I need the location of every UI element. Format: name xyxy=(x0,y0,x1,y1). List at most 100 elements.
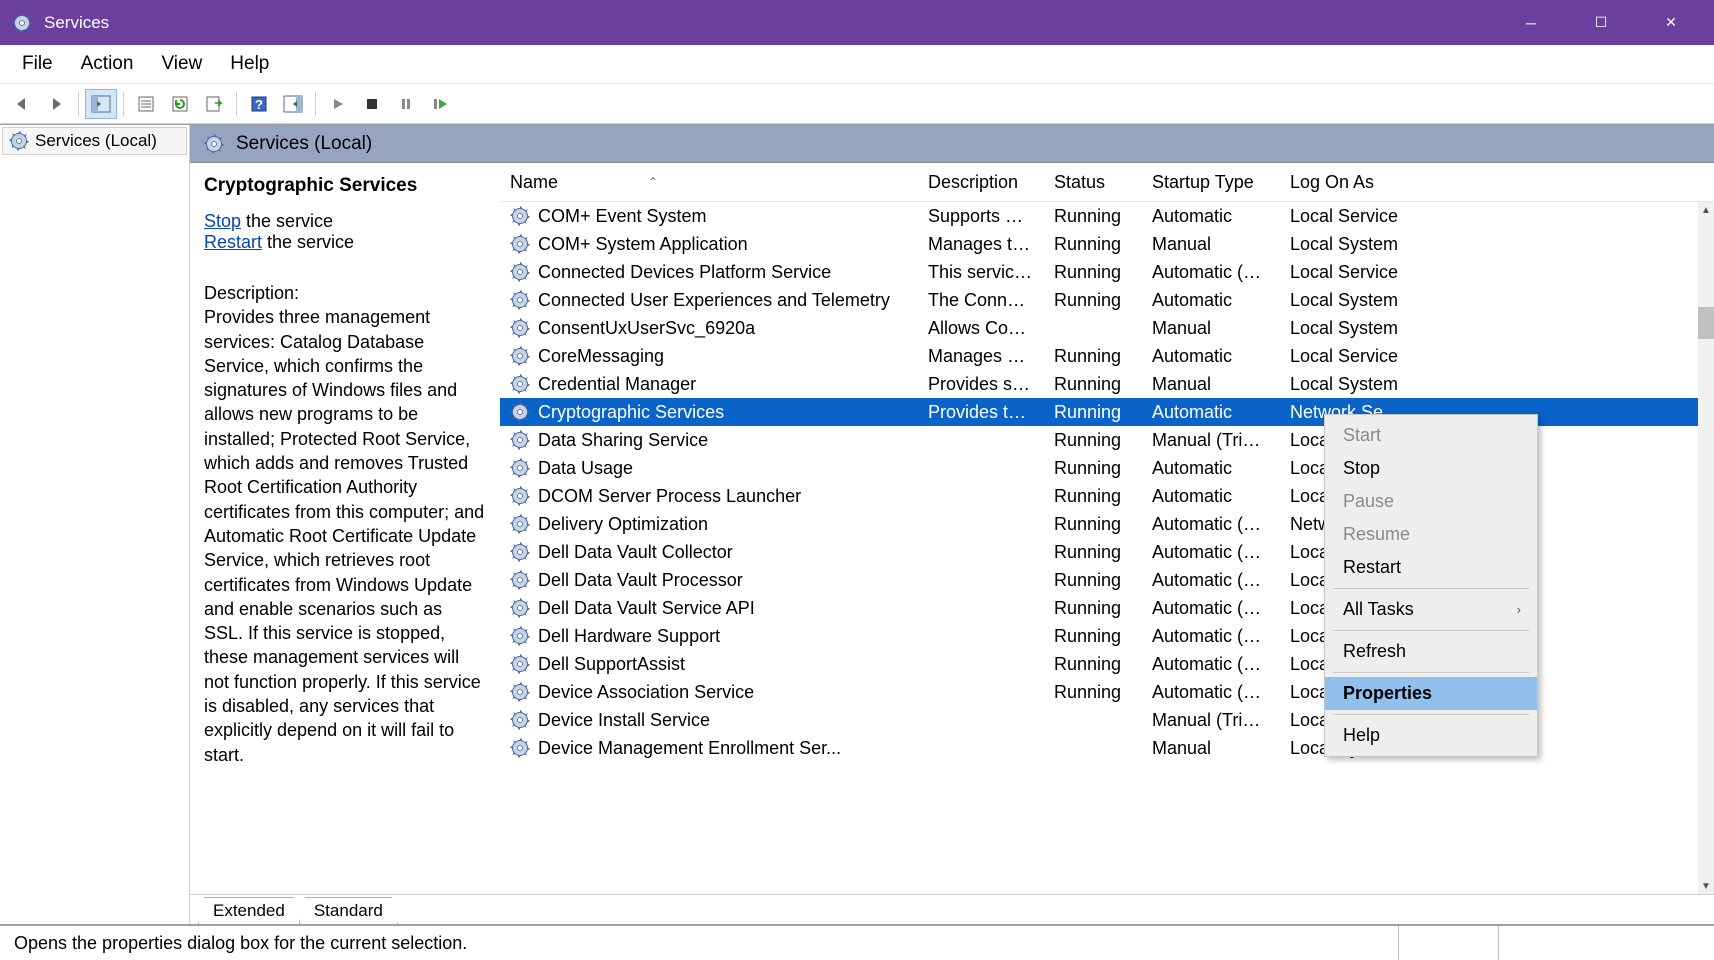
minimize-button[interactable]: ─ xyxy=(1496,0,1566,45)
service-row[interactable]: COM+ System ApplicationManages th...Runn… xyxy=(500,230,1714,258)
service-row[interactable]: CoreMessagingManages co...RunningAutomat… xyxy=(500,342,1714,370)
service-startup: Manual xyxy=(1142,374,1280,395)
window-title: Services xyxy=(44,13,109,33)
context-separator xyxy=(1333,714,1529,715)
service-startup: Automatic (De... xyxy=(1142,570,1280,591)
service-logon: Local Service xyxy=(1280,346,1698,367)
gear-icon xyxy=(510,430,530,450)
show-hide-tree-button[interactable] xyxy=(85,89,117,119)
refresh-toolbar-button[interactable] xyxy=(164,89,196,119)
menu-file[interactable]: File xyxy=(8,47,67,81)
service-name: Device Install Service xyxy=(538,710,710,731)
context-stop[interactable]: Stop xyxy=(1325,452,1537,485)
gear-icon xyxy=(510,710,530,730)
col-name[interactable]: Name⌃ xyxy=(500,172,918,193)
service-status: Running xyxy=(1044,262,1142,283)
status-bar: Opens the properties dialog box for the … xyxy=(0,924,1714,960)
service-status: Running xyxy=(1044,374,1142,395)
restart-link[interactable]: Restart xyxy=(204,232,262,252)
service-name: Dell SupportAssist xyxy=(538,654,685,675)
start-service-button[interactable] xyxy=(322,89,354,119)
tree-root-services-local[interactable]: Services (Local) xyxy=(2,127,187,155)
col-log-on-as[interactable]: Log On As xyxy=(1280,172,1698,193)
service-description: Provides sec... xyxy=(918,374,1044,395)
status-text: Opens the properties dialog box for the … xyxy=(6,926,1398,960)
service-description: Manages co... xyxy=(918,346,1044,367)
vertical-scrollbar[interactable]: ▲ ▼ xyxy=(1698,202,1714,894)
gear-icon xyxy=(510,738,530,758)
gear-icon xyxy=(510,402,530,422)
service-startup: Automatic (De... xyxy=(1142,262,1280,283)
service-logon: Local System xyxy=(1280,234,1698,255)
menu-help[interactable]: Help xyxy=(216,47,283,81)
service-startup: Automatic (De... xyxy=(1142,514,1280,535)
service-name: COM+ Event System xyxy=(538,206,707,227)
svg-text:?: ? xyxy=(255,97,263,112)
service-status: Running xyxy=(1044,290,1142,311)
gear-icon xyxy=(510,206,530,226)
service-description: Allows Conn... xyxy=(918,318,1044,339)
service-status: Running xyxy=(1044,682,1142,703)
service-startup: Automatic xyxy=(1142,402,1280,423)
service-row[interactable]: Connected User Experiences and Telemetry… xyxy=(500,286,1714,314)
service-startup: Automatic xyxy=(1142,346,1280,367)
service-logon: Local System xyxy=(1280,374,1698,395)
gear-icon xyxy=(510,542,530,562)
service-startup: Manual xyxy=(1142,318,1280,339)
service-name: Cryptographic Services xyxy=(538,402,724,423)
col-status[interactable]: Status xyxy=(1044,172,1142,193)
services-list: Name⌃ Description Status Startup Type Lo… xyxy=(500,163,1714,894)
pause-service-button[interactable] xyxy=(390,89,422,119)
maximize-button[interactable]: ☐ xyxy=(1566,0,1636,45)
service-description: Supports Sy... xyxy=(918,206,1044,227)
service-row[interactable]: Credential Manager Provides sec...Running… xyxy=(500,370,1714,398)
service-description: This service i... xyxy=(918,262,1044,283)
restart-service-button[interactable] xyxy=(424,89,456,119)
stop-service-button[interactable] xyxy=(356,89,388,119)
context-restart[interactable]: Restart xyxy=(1325,551,1537,584)
context-refresh[interactable]: Refresh xyxy=(1325,635,1537,668)
service-logon: Local System xyxy=(1280,318,1698,339)
scroll-up-icon[interactable]: ▲ xyxy=(1698,202,1714,218)
context-start: Start xyxy=(1325,419,1537,452)
forward-button[interactable] xyxy=(40,89,72,119)
service-startup: Automatic xyxy=(1142,458,1280,479)
menu-action[interactable]: Action xyxy=(67,47,148,81)
gear-icon xyxy=(510,374,530,394)
back-button[interactable] xyxy=(6,89,38,119)
service-status: Running xyxy=(1044,514,1142,535)
tab-standard[interactable]: Standard xyxy=(299,897,398,924)
submenu-arrow-icon: › xyxy=(1517,602,1521,617)
service-name: Data Sharing Service xyxy=(538,430,708,451)
description-label: Description: xyxy=(204,281,486,305)
service-row[interactable]: Connected Devices Platform ServiceThis s… xyxy=(500,258,1714,286)
context-properties[interactable]: Properties xyxy=(1325,677,1537,710)
properties-toolbar-button[interactable] xyxy=(130,89,162,119)
context-all-tasks[interactable]: All Tasks› xyxy=(1325,593,1537,626)
context-resume: Resume xyxy=(1325,518,1537,551)
service-name: Credential Manager xyxy=(538,374,696,395)
scroll-down-icon[interactable]: ▼ xyxy=(1698,878,1714,894)
help-toolbar-button[interactable]: ? xyxy=(243,89,275,119)
context-separator xyxy=(1333,630,1529,631)
export-list-toolbar-button[interactable] xyxy=(198,89,230,119)
service-row[interactable]: ConsentUxUserSvc_6920aAllows Conn...Manu… xyxy=(500,314,1714,342)
show-hide-action-pane-button[interactable] xyxy=(277,89,309,119)
close-button[interactable]: ✕ xyxy=(1636,0,1706,45)
scroll-thumb[interactable] xyxy=(1698,307,1714,339)
col-description[interactable]: Description xyxy=(918,172,1044,193)
tab-extended[interactable]: Extended xyxy=(198,897,300,924)
toolbar: ? xyxy=(0,84,1714,124)
service-status: Running xyxy=(1044,542,1142,563)
service-name: COM+ System Application xyxy=(538,234,748,255)
col-startup-type[interactable]: Startup Type xyxy=(1142,172,1280,193)
context-help[interactable]: Help xyxy=(1325,719,1537,752)
menu-view[interactable]: View xyxy=(147,47,216,81)
stop-link[interactable]: Stop xyxy=(204,211,241,231)
gear-icon xyxy=(510,682,530,702)
service-status: Running xyxy=(1044,402,1142,423)
tab-strip: Extended Standard xyxy=(190,894,1714,924)
left-tree-pane: Services (Local) xyxy=(0,125,190,924)
service-row[interactable]: COM+ Event SystemSupports Sy...RunningAu… xyxy=(500,202,1714,230)
service-name: Data Usage xyxy=(538,458,633,479)
